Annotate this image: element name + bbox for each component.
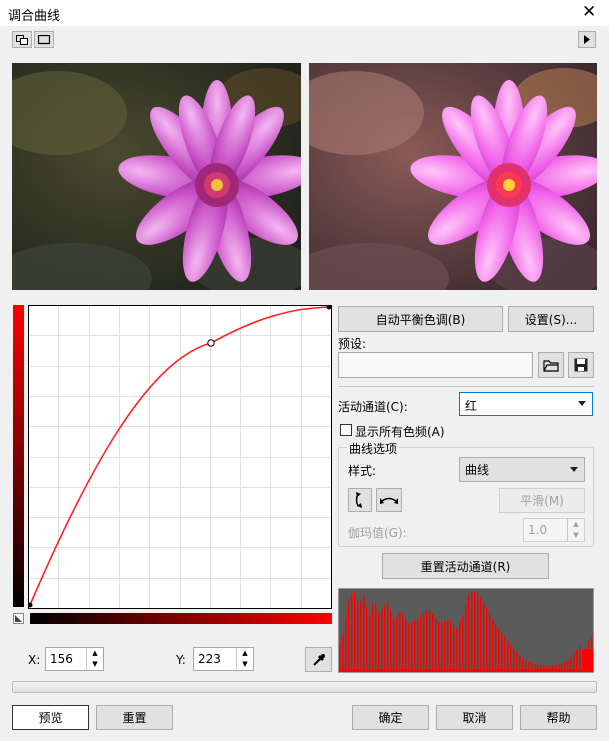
title-bar: 调合曲线 ✕	[0, 0, 609, 26]
gamma-value: 1.0	[528, 523, 548, 537]
style-select-value: 曲线	[465, 463, 490, 477]
corner-toggle[interactable]	[13, 613, 24, 624]
gamma-label: 伽玛值(G):	[348, 526, 407, 540]
spin-down-icon[interactable]: ▼	[568, 530, 584, 541]
gamma-spinner[interactable]: ▲ ▼	[567, 519, 584, 541]
reset-button[interactable]: 重置	[96, 705, 173, 730]
x-input[interactable]: 156 ▲ ▼	[45, 647, 104, 671]
curve-options-legend: 曲线选项	[347, 440, 400, 457]
y-input[interactable]: 223 ▲ ▼	[193, 647, 254, 671]
preset-field[interactable]	[338, 352, 533, 378]
split-view-button[interactable]	[12, 31, 32, 48]
y-value: 223	[198, 652, 221, 666]
chevron-down-icon	[570, 466, 578, 472]
triangle-icon	[15, 615, 22, 622]
flip-horizontal-icon	[380, 497, 398, 504]
spin-up-icon[interactable]: ▲	[237, 648, 253, 659]
expand-arrow-button[interactable]	[578, 31, 596, 48]
progress-bar	[12, 681, 597, 693]
gamma-input[interactable]: 1.0 ▲ ▼	[523, 518, 585, 542]
spin-up-icon[interactable]: ▲	[568, 519, 584, 530]
ok-button[interactable]: 确定	[352, 705, 429, 730]
flip-horizontal-button[interactable]	[376, 488, 402, 512]
auto-balance-button[interactable]: 自动平衡色调(B)	[338, 306, 503, 332]
save-preset-button[interactable]	[568, 352, 594, 378]
after-preview-image	[309, 63, 597, 290]
y-spinner[interactable]: ▲ ▼	[236, 648, 253, 670]
before-preview-image	[12, 63, 301, 290]
eyedropper-icon	[312, 653, 325, 666]
spin-down-icon[interactable]: ▼	[237, 659, 253, 670]
output-gradient-bar	[13, 305, 24, 607]
style-select[interactable]: 曲线	[459, 457, 585, 482]
divider	[338, 386, 594, 387]
split-view-icon	[16, 34, 28, 45]
input-gradient-bar	[30, 613, 332, 624]
tone-curve-graph[interactable]	[27, 304, 332, 609]
chevron-down-icon	[578, 401, 586, 406]
style-label: 样式:	[348, 464, 377, 478]
single-view-button[interactable]	[34, 31, 54, 48]
single-view-icon	[38, 34, 50, 44]
curve-node[interactable]	[207, 339, 215, 347]
histogram	[338, 588, 594, 673]
x-label: X:	[28, 653, 41, 667]
x-spinner[interactable]: ▲ ▼	[86, 648, 103, 670]
show-all-checkbox[interactable]	[340, 424, 352, 436]
channel-label: 活动通道(C):	[338, 400, 408, 414]
play-arrow-icon	[584, 35, 590, 44]
open-preset-button[interactable]	[538, 352, 564, 378]
close-icon[interactable]: ✕	[582, 2, 596, 22]
cancel-button[interactable]: 取消	[436, 705, 513, 730]
save-icon	[574, 358, 588, 372]
reset-channel-button[interactable]: 重置活动通道(R)	[382, 553, 549, 579]
channel-select[interactable]: 红	[459, 392, 593, 416]
help-button[interactable]: 帮助	[520, 705, 597, 730]
spin-down-icon[interactable]: ▼	[87, 659, 103, 670]
spin-up-icon[interactable]: ▲	[87, 648, 103, 659]
settings-button[interactable]: 设置(S)...	[508, 306, 594, 332]
preview-button[interactable]: 预览	[12, 705, 89, 730]
y-label: Y:	[176, 653, 186, 667]
smooth-button[interactable]: 平滑(M)	[499, 488, 585, 513]
x-value: 156	[50, 652, 73, 666]
channel-select-value: 红	[465, 399, 478, 413]
window-title: 调合曲线	[8, 9, 61, 24]
flip-vertical-button[interactable]	[348, 488, 372, 512]
eyedropper-button[interactable]	[305, 647, 332, 672]
preset-label: 预设:	[338, 337, 367, 351]
flip-vertical-icon	[355, 492, 362, 508]
folder-icon	[543, 359, 559, 372]
show-all-label[interactable]: 显示所有色频(A)	[355, 423, 445, 440]
